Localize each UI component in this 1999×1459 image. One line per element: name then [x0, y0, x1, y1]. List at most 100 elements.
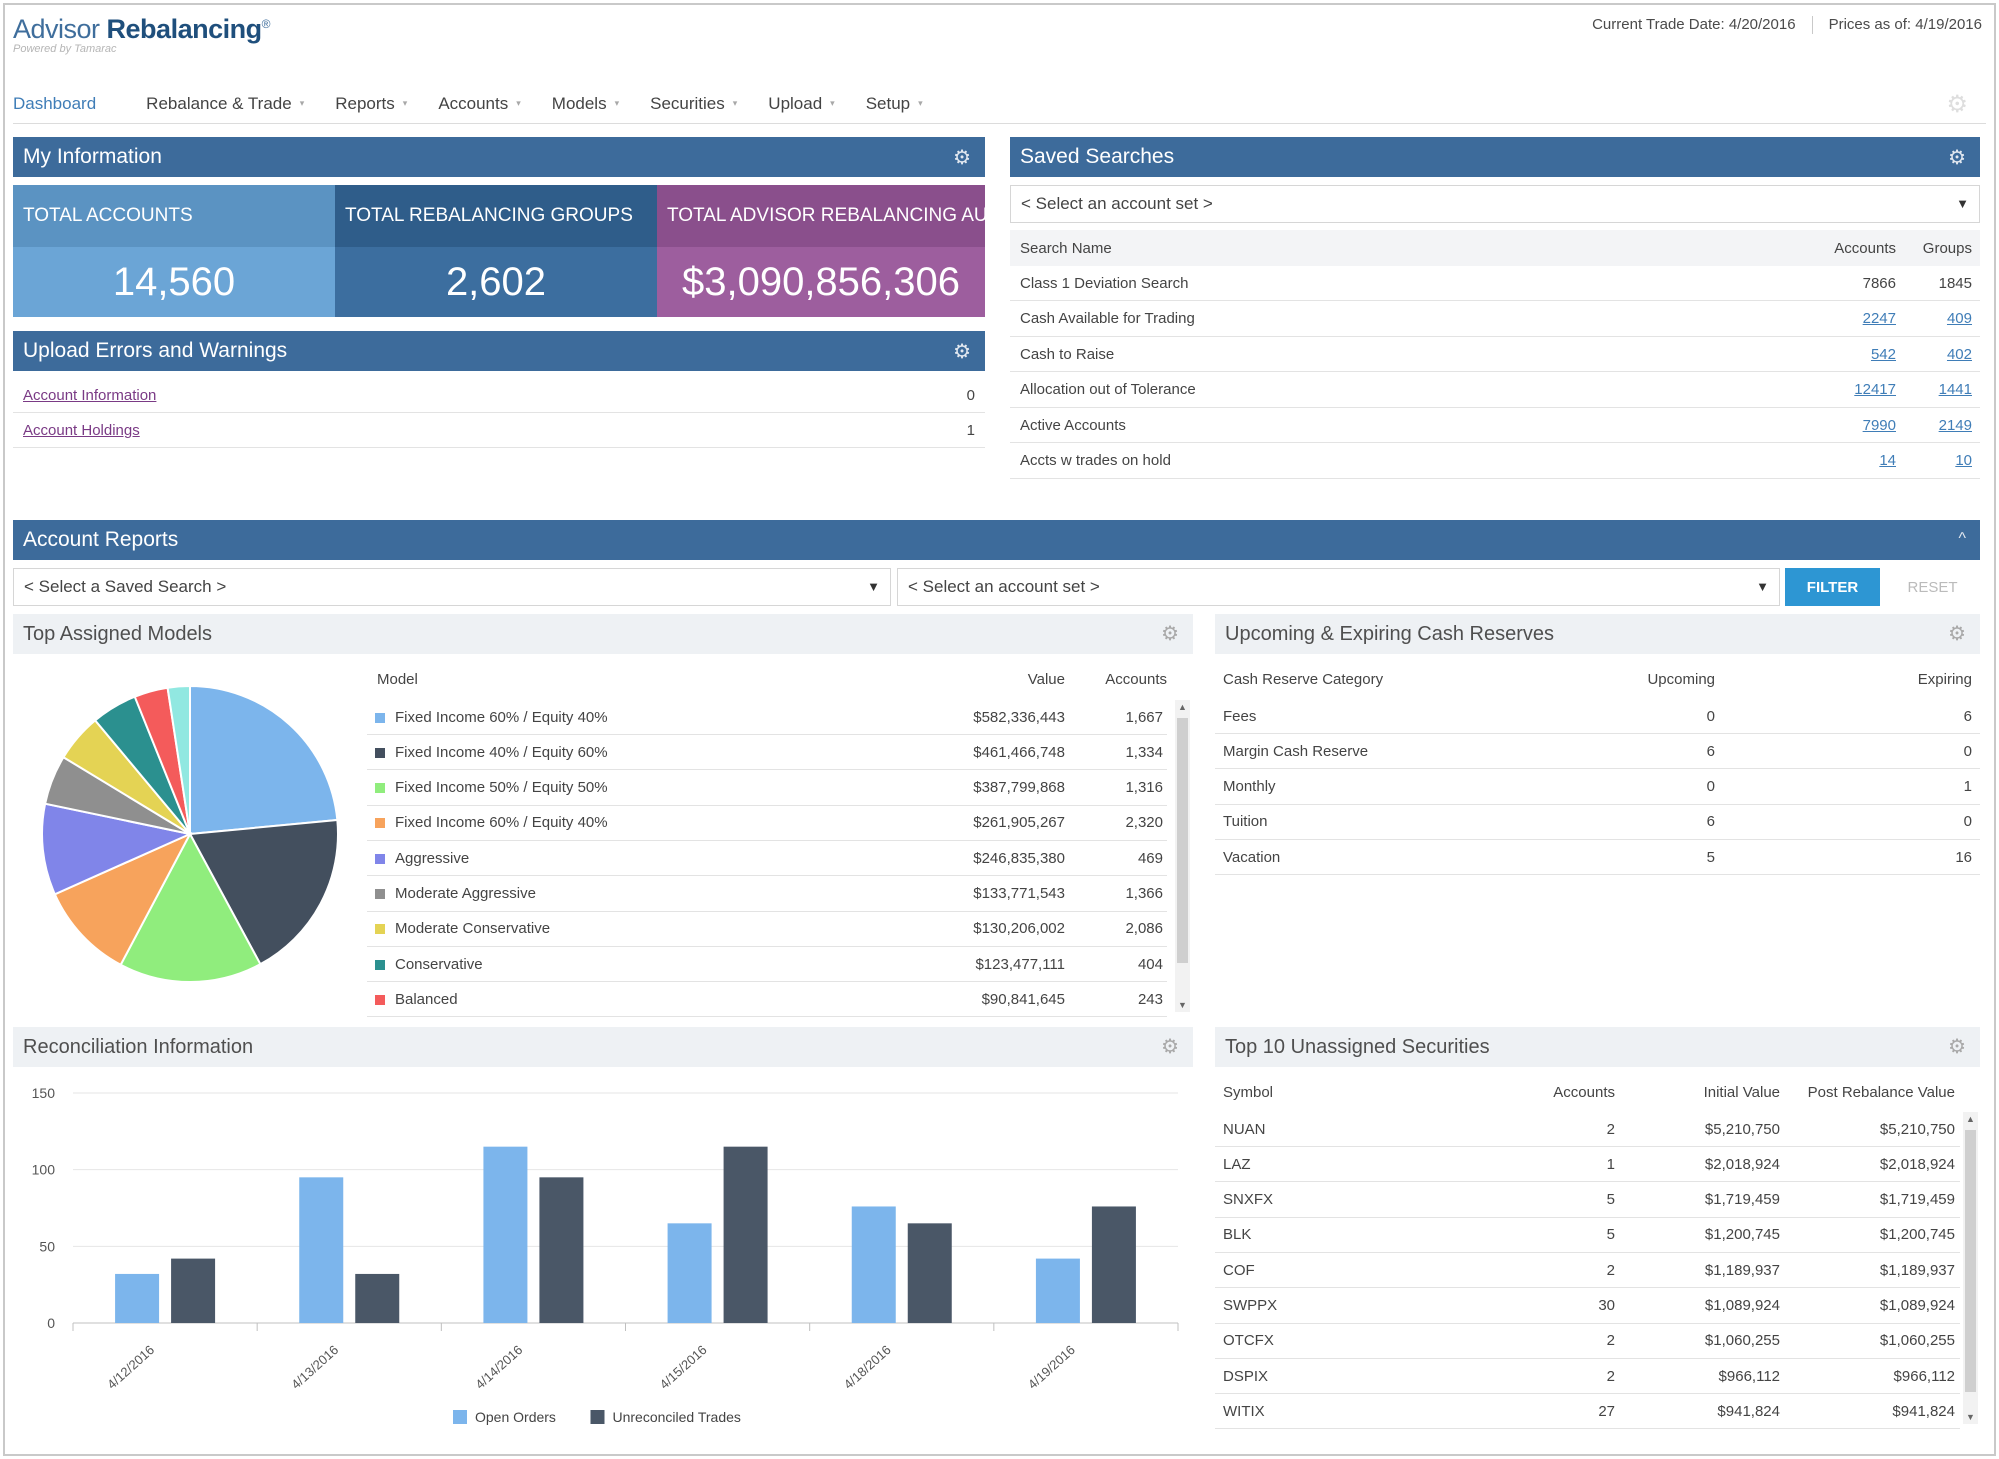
account-set-select[interactable]: < Select an account set > ▼	[1010, 185, 1980, 223]
table-row[interactable]: Tuition 6 0	[1215, 805, 1980, 840]
bar[interactable]	[667, 1223, 712, 1323]
table-row[interactable]: COF 2 $1,189,937 $1,189,937	[1215, 1253, 1960, 1289]
gear-icon[interactable]: ⚙	[953, 145, 971, 170]
bar[interactable]	[1035, 1258, 1080, 1323]
table-row[interactable]: NUAN 2 $5,210,750 $5,210,750	[1215, 1112, 1960, 1147]
security-symbol: BLK	[1223, 1226, 1252, 1244]
scroll-thumb[interactable]	[1177, 718, 1188, 963]
table-row[interactable]: Fixed Income 50% / Equity 50% $387,799,86…	[367, 771, 1167, 806]
filter-button[interactable]: FILTER	[1785, 568, 1880, 606]
table-row[interactable]: Accts w trades on hold 14 10	[1010, 444, 1980, 479]
scroll-up-icon[interactable]: ▲	[1963, 1114, 1978, 1124]
table-row[interactable]: Fixed Income 40% / Equity 60% $461,466,74…	[367, 735, 1167, 771]
table-row[interactable]: Moderate Aggressive $133,771,543 1,366	[367, 877, 1167, 912]
gear-icon[interactable]: ⚙	[1948, 145, 1966, 170]
securities-scrollbar[interactable]: ▲ ▼	[1963, 1112, 1978, 1424]
model-name: Fixed Income 60% / Equity 40%	[395, 708, 608, 726]
accounts-count[interactable]: 2247	[1863, 310, 1896, 327]
nav-upload[interactable]: Upload ▾	[768, 94, 834, 114]
accounts-count[interactable]: 14	[1879, 452, 1896, 469]
caret-down-icon: ▾	[516, 98, 521, 108]
table-row[interactable]: LAZ 1 $2,018,924 $2,018,924	[1215, 1147, 1960, 1183]
legend-label[interactable]: Unreconciled Trades	[613, 1409, 741, 1425]
gear-icon[interactable]: ⚙	[1948, 1034, 1966, 1059]
gear-icon[interactable]: ⚙	[1161, 621, 1179, 646]
table-row[interactable]: Conservative $123,477,111 404	[367, 947, 1167, 983]
scroll-thumb[interactable]	[1965, 1130, 1976, 1392]
table-row[interactable]: Cash to Raise 542 402	[1010, 337, 1980, 372]
table-row[interactable]: Moderate Conservative $130,206,002 2,086	[367, 912, 1167, 947]
bar[interactable]	[115, 1273, 160, 1323]
table-row[interactable]: Active Accounts 7990 2149	[1010, 408, 1980, 443]
account-set-filter-select[interactable]: < Select an account set > ▼	[897, 568, 1780, 606]
accounts-count[interactable]: 12417	[1854, 381, 1896, 398]
account-information-link[interactable]: Account Information	[23, 387, 156, 404]
nav-reports[interactable]: Reports ▾	[335, 94, 407, 114]
accounts-count[interactable]: 7990	[1863, 417, 1896, 434]
table-row[interactable]: Balanced $90,841,645 243	[367, 982, 1167, 1018]
table-row[interactable]: Allocation out of Tolerance 12417 1441	[1010, 373, 1980, 408]
groups-count[interactable]: 402	[1947, 346, 1972, 363]
security-symbol: LAZ	[1223, 1155, 1251, 1173]
bar[interactable]	[299, 1177, 344, 1323]
bar[interactable]	[539, 1177, 584, 1323]
bar[interactable]	[1091, 1206, 1136, 1323]
scroll-down-icon[interactable]: ▼	[1175, 1000, 1190, 1010]
pie-slice[interactable]	[189, 684, 339, 836]
bar[interactable]	[171, 1258, 216, 1323]
gear-icon[interactable]: ⚙	[953, 339, 971, 364]
settings-gear-icon[interactable]: ⚙	[1946, 90, 1968, 119]
table-row[interactable]: WITIX 27 $941,824 $941,824	[1215, 1394, 1960, 1430]
nav-dashboard[interactable]: Dashboard	[13, 94, 96, 114]
models-scrollbar[interactable]: ▲ ▼	[1175, 700, 1190, 1012]
table-row[interactable]: Aggressive $246,835,380 469	[367, 841, 1167, 877]
upcoming-count: 0	[1706, 707, 1715, 725]
gear-icon[interactable]: ⚙	[1948, 621, 1966, 646]
collapse-chevron-icon[interactable]: ^	[1958, 530, 1966, 548]
groups-count[interactable]: 409	[1947, 310, 1972, 327]
bar[interactable]	[483, 1146, 528, 1323]
model-value: $90,841,645	[981, 990, 1065, 1008]
legend-label[interactable]: Open Orders	[475, 1409, 556, 1425]
security-symbol: WITIX	[1223, 1402, 1265, 1420]
table-row[interactable]: Margin Cash Reserve 6 0	[1215, 734, 1980, 770]
reset-button[interactable]: RESET	[1885, 568, 1980, 606]
groups-count[interactable]: 1441	[1939, 381, 1972, 398]
nav-models[interactable]: Models ▾	[552, 94, 619, 114]
account-holdings-link[interactable]: Account Holdings	[23, 422, 140, 439]
nav-rebalance-trade[interactable]: Rebalance & Trade ▾	[146, 94, 304, 114]
table-row[interactable]: SNXFX 5 $1,719,459 $1,719,459	[1215, 1183, 1960, 1218]
groups-count[interactable]: 2149	[1939, 417, 1972, 434]
table-row[interactable]: DSPIX 2 $966,112 $966,112	[1215, 1359, 1960, 1395]
table-row[interactable]: BLK 5 $1,200,745 $1,200,745	[1215, 1218, 1960, 1253]
reserve-category: Monthly	[1223, 778, 1276, 796]
tile-total-accounts: TOTAL ACCOUNTS 14,560	[13, 185, 335, 317]
table-row[interactable]: Vacation 5 16	[1215, 840, 1980, 876]
table-row[interactable]: Cash Available for Trading 2247 409	[1010, 302, 1980, 337]
table-row[interactable]: Fixed Income 60% / Equity 40% $261,905,26…	[367, 806, 1167, 841]
table-row[interactable]: Class 1 Deviation Search 7866 1845	[1010, 266, 1980, 301]
gear-icon[interactable]: ⚙	[1161, 1034, 1179, 1059]
nav-accounts[interactable]: Accounts ▾	[438, 94, 520, 114]
model-name-cell: Balanced	[375, 991, 458, 1008]
panel-title: Top 10 Unassigned Securities	[1225, 1035, 1490, 1058]
scroll-down-icon[interactable]: ▼	[1963, 1412, 1978, 1422]
accounts-count[interactable]: 542	[1871, 346, 1896, 363]
bar[interactable]	[355, 1273, 400, 1323]
table-row[interactable]: Fees 0 6	[1215, 699, 1980, 734]
nav-securities[interactable]: Securities ▾	[650, 94, 737, 114]
table-row[interactable]: Monthly 0 1	[1215, 770, 1980, 805]
scroll-up-icon[interactable]: ▲	[1175, 702, 1190, 712]
bar[interactable]	[723, 1146, 768, 1323]
bar[interactable]	[851, 1206, 896, 1323]
table-row[interactable]: OTCFX 2 $1,060,255 $1,060,255	[1215, 1324, 1960, 1359]
bar[interactable]	[907, 1223, 952, 1323]
nav-setup[interactable]: Setup ▾	[866, 94, 923, 114]
legend-swatch	[375, 783, 385, 794]
groups-count[interactable]: 10	[1955, 452, 1972, 469]
table-row[interactable]: Fixed Income 60% / Equity 40% $582,336,44…	[367, 700, 1167, 735]
saved-search-select[interactable]: < Select a Saved Search > ▼	[13, 568, 891, 606]
app-logo[interactable]: Advisor Rebalancing® Powered by Tamarac	[13, 14, 270, 55]
table-row[interactable]: SWPPX 30 $1,089,924 $1,089,924	[1215, 1289, 1960, 1324]
model-name-cell: Fixed Income 50% / Equity 50%	[375, 779, 608, 796]
